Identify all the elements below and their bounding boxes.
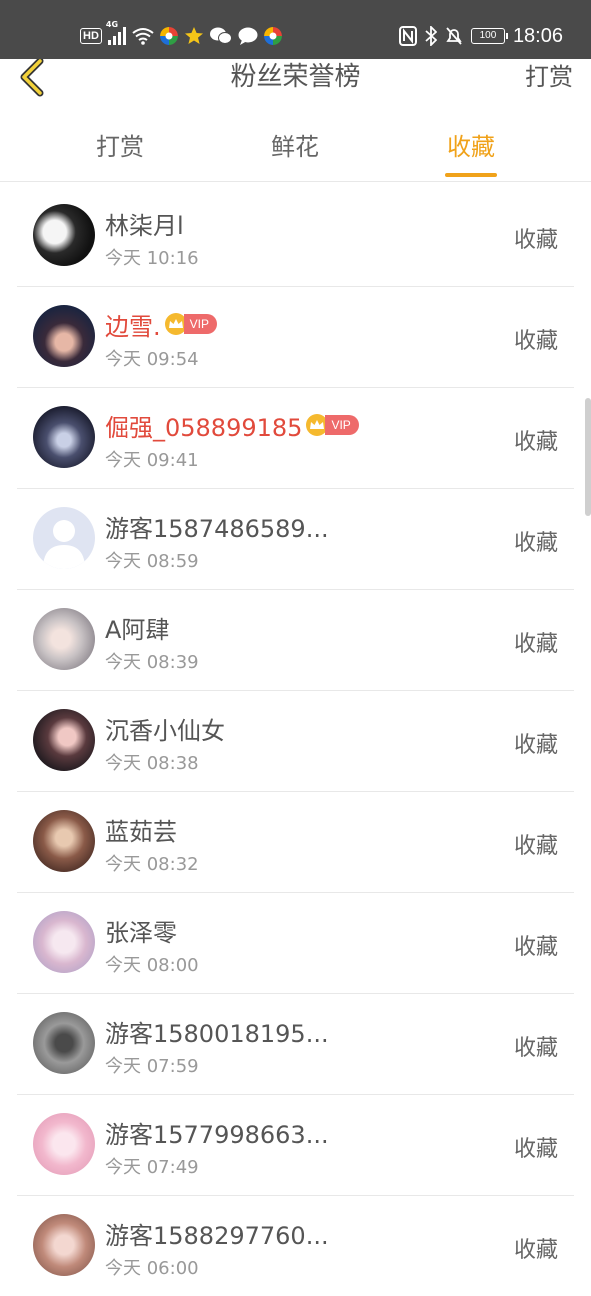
avatar: [33, 1113, 95, 1175]
bell-muted-icon: [446, 27, 462, 45]
user-name: 游客1580018195...: [105, 1019, 329, 1048]
avatar: [33, 305, 95, 367]
timestamp: 今天 10:16: [105, 248, 199, 269]
action-label: 收藏: [513, 430, 558, 455]
list-item[interactable]: 沉香小仙女 今天 08:38 收藏: [17, 691, 574, 792]
bluetooth-icon: [425, 26, 437, 46]
avatar: [33, 1214, 95, 1276]
timestamp: 今天 08:39: [105, 652, 199, 673]
tab-label: 收藏: [447, 133, 495, 161]
timestamp: 今天 09:54: [105, 349, 199, 370]
list-item[interactable]: 游客1588297760... 今天 06:00 收藏: [17, 1196, 574, 1296]
active-tab-indicator: [445, 173, 497, 177]
hd-label: HD: [80, 28, 102, 44]
avatar: [33, 204, 95, 266]
avatar: [33, 406, 95, 468]
action-label: 收藏: [513, 531, 558, 556]
action-label: 收藏: [513, 329, 558, 354]
tab-label: 打赏: [96, 133, 144, 161]
vip-badge: VIP: [325, 415, 359, 435]
avatar: [33, 810, 95, 872]
tab-label: 鲜花: [271, 133, 319, 161]
action-label: 收藏: [513, 1036, 558, 1061]
avatar: [33, 608, 95, 670]
vip-badge: VIP: [183, 314, 217, 334]
list-item[interactable]: 游客1580018195... 今天 07:59 收藏: [17, 994, 574, 1095]
star-app-icon: [184, 27, 203, 44]
user-name: 游客1577998663...: [105, 1120, 329, 1149]
timestamp: 今天 08:59: [105, 551, 199, 572]
app-header: 粉丝荣誉榜 打赏: [0, 59, 591, 112]
list-item[interactable]: 倔强_058899185 VIP 今天 09:41 收藏: [17, 388, 574, 489]
tip-button[interactable]: 打赏: [525, 59, 573, 95]
action-label: 收藏: [513, 1238, 558, 1263]
timestamp: 今天 08:32: [105, 854, 199, 875]
timestamp: 今天 06:00: [105, 1258, 199, 1279]
list-item[interactable]: 张泽零 今天 08:00 收藏: [17, 893, 574, 994]
action-label: 收藏: [513, 632, 558, 657]
action-label: 收藏: [513, 733, 558, 758]
tab-bar: 打赏 鲜花 收藏: [0, 111, 591, 182]
user-name: A阿肆: [105, 615, 170, 644]
action-label: 收藏: [513, 834, 558, 859]
status-bar: HD 4G 100 18:06: [0, 0, 591, 59]
page-title: 粉丝荣誉榜: [230, 62, 361, 92]
tab-tip[interactable]: 打赏: [45, 111, 195, 181]
status-time: 18:06: [512, 24, 563, 47]
default-avatar-icon: [33, 507, 95, 569]
list-item[interactable]: 蓝茹芸 今天 08:32 收藏: [17, 792, 574, 893]
timestamp: 今天 08:38: [105, 753, 199, 774]
action-label: 收藏: [513, 935, 558, 960]
app-notification-icon-2: [263, 27, 282, 45]
timestamp: 今天 07:49: [105, 1157, 199, 1178]
user-name: 倔强_058899185: [105, 413, 303, 442]
status-right-icons: 100 18:06: [398, 22, 563, 50]
timestamp: 今天 09:41: [105, 450, 199, 471]
fan-list: 林柒月l 今天 10:16 收藏 边雪. VIP 今天 09:54 收藏 倔强_…: [0, 186, 591, 1296]
tab-favorites[interactable]: 收藏: [396, 111, 546, 181]
wechat-icon: [209, 27, 232, 44]
action-label: 收藏: [513, 1137, 558, 1162]
nfc-icon: [398, 26, 417, 46]
user-name: 林柒月l: [105, 211, 184, 240]
user-name: 张泽零: [105, 918, 177, 947]
cellular-signal-icon: 4G: [106, 20, 126, 45]
status-left-icons: HD 4G: [80, 20, 282, 50]
battery-icon: 100: [470, 28, 508, 44]
user-name: 游客1588297760...: [105, 1221, 329, 1250]
list-item[interactable]: 游客1587486589... 今天 08:59 收藏: [17, 489, 574, 590]
network-type-label: 4G: [105, 20, 119, 29]
app-notification-icon: [159, 27, 178, 45]
message-bubble-icon: [238, 27, 258, 45]
action-label: 收藏: [513, 228, 558, 253]
list-item[interactable]: A阿肆 今天 08:39 收藏: [17, 590, 574, 691]
wifi-icon: [132, 28, 154, 45]
list-item[interactable]: 游客1577998663... 今天 07:49 收藏: [17, 1095, 574, 1196]
timestamp: 今天 07:59: [105, 1056, 199, 1077]
user-name: 边雪.: [105, 312, 161, 341]
list-item[interactable]: 边雪. VIP 今天 09:54 收藏: [17, 287, 574, 388]
avatar: [33, 911, 95, 973]
user-name: 沉香小仙女: [105, 716, 225, 745]
scrollbar[interactable]: [585, 398, 591, 516]
list-item[interactable]: 林柒月l 今天 10:16 收藏: [17, 186, 574, 287]
user-name: 游客1587486589...: [105, 514, 329, 543]
avatar: [33, 1012, 95, 1074]
timestamp: 今天 08:00: [105, 955, 199, 976]
user-name: 蓝茹芸: [105, 817, 177, 846]
avatar: [33, 709, 95, 771]
tab-flowers[interactable]: 鲜花: [220, 111, 370, 181]
